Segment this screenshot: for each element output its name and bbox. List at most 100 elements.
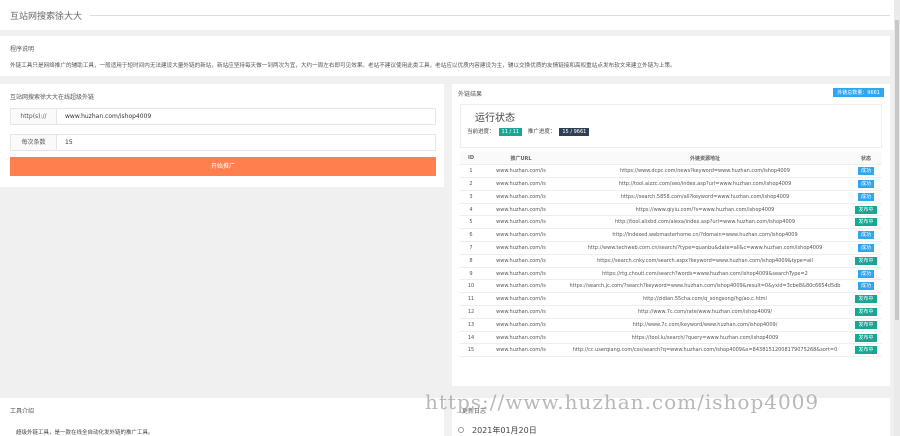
description-title: 程序说明 [10,46,35,53]
scrollbar-thumb[interactable] [895,20,899,320]
status-badge: 发布中 [855,256,877,265]
status-box: 运行状态 当前进度： 11 / 11 推广进度： 15 / 9661 [460,104,882,148]
table-row: 4 www.huzhan.com/is https://www.qiyiu.com/… [460,203,882,217]
page-title: 互站网搜索徐大大 [10,12,83,22]
row-resource-link[interactable]: http://zidian.55cha.com/q_songsong/hg/ao… [560,292,850,307]
row-resource-link[interactable]: http://indexed.webmasterhome.cn/?domain=… [560,228,850,243]
table-row: 11 www.huzhan.com/is http://zidian.55cha.c… [460,292,882,307]
status-badge: 成功 [857,192,874,201]
status-badge: 发布中 [855,205,877,214]
row-url: www.huzhan.com/is [482,241,560,255]
row-id: 2 [460,177,482,191]
row-url: www.huzhan.com/is [482,292,560,307]
row-status: 成功 [850,241,882,255]
row-resource-link[interactable]: https://www.qiyiu.com/?s=www.huzhan.com/… [560,203,850,217]
table-row: 9 www.huzhan.com/is https://rtg.chouti.com… [460,267,882,281]
count-row: 每次条数 15 [10,134,436,151]
row-resource-link[interactable]: http://www.techweb.com.cn/search/?type=q… [560,241,850,255]
timeline-dot-icon [458,427,464,433]
status-badge: 发布中 [855,320,877,329]
table-row: 6 www.huzhan.com/is http://indexed.webmast… [460,228,882,243]
table-row: 14 www.huzhan.com/is https://tool.lu/searc… [460,331,882,345]
row-resource-link[interactable]: https://search.cnky.com/search.aspx?keyw… [560,254,850,268]
status-badge: 发布中 [855,307,877,316]
results-table: ID 推广URL 外链资源地址 状态 1 www.huzhan.com/is htt… [460,152,882,358]
push-badge: 15 / 9661 [559,128,590,136]
row-status: 发布中 [850,331,882,345]
row-resource-link[interactable]: https://rtg.chouti.com/search?words=www.… [560,267,850,281]
row-url: www.huzhan.com/is [482,267,560,281]
row-status: 发布中 [850,292,882,307]
row-id: 1 [460,164,482,179]
table-row: 13 www.huzhan.com/is http://www.7c.com/key… [460,318,882,332]
row-url: www.huzhan.com/is [482,203,560,217]
results-card: 外链结果 外链总数量：9661 运行状态 当前进度： 11 / 11 推广进度： 1… [452,84,890,386]
row-url: www.huzhan.com/is [482,177,560,191]
tools-title: 工具介绍 [10,408,35,415]
header-divider [90,15,890,16]
status-badge: 成功 [857,167,874,176]
page-scrollbar[interactable] [894,0,900,436]
row-url: www.huzhan.com/is [482,343,560,358]
row-status: 发布中 [850,343,882,358]
row-status: 成功 [850,164,882,179]
col-resource: 外链资源地址 [560,152,850,166]
status-badge: 成功 [857,282,874,291]
status-badge: 发布中 [855,295,877,304]
push-label: 推广进度： [527,129,556,135]
row-resource-link[interactable]: http://tool.alixbd.com/alexa/index.asp?u… [560,215,850,230]
row-status: 成功 [850,267,882,281]
row-resource-link[interactable]: http://cc.userqiang.com/css/search?q=www… [560,343,850,358]
start-promote-button[interactable]: 开始推广 [10,157,436,176]
tools-text: 超级外链工具，是一款在线全自动化发外链的推广工具。 [16,430,154,436]
table-row: 12 www.huzhan.com/is http://www.7c.com/rat… [460,305,882,319]
row-id: 9 [460,267,482,281]
row-resource-link[interactable]: https://search.5858.com/all?keyword=www.… [560,190,850,204]
col-url: 推广URL [482,152,560,166]
row-url: www.huzhan.com/is [482,279,560,294]
row-status: 成功 [850,177,882,191]
row-id: 10 [460,279,482,294]
row-id: 8 [460,254,482,268]
row-resource-link[interactable]: https://tool.lu/search/?query=www.huzhan… [560,331,850,345]
row-url: www.huzhan.com/is [482,305,560,319]
url-input[interactable]: www.huzhan.com/ishop4009 [65,109,151,124]
row-status: 发布中 [850,203,882,217]
row-resource-link[interactable]: http://www.7c.com/rate/www.huzhan.com/is… [560,305,850,319]
row-url: www.huzhan.com/is [482,331,560,345]
url-label: http(s):// [11,109,57,124]
row-resource-link[interactable]: https://search.jc.com/?search?keyword=ww… [560,279,850,294]
count-label: 每次条数 [11,135,57,150]
table-row: 15 www.huzhan.com/is http://cc.userqiang.c… [460,343,882,358]
row-status: 发布中 [850,318,882,332]
row-url: www.huzhan.com/is [482,254,560,268]
row-id: 14 [460,331,482,345]
row-id: 13 [460,318,482,332]
status-badge: 成功 [857,179,874,188]
total-badge: 外链总数量：9661 [833,88,884,97]
row-id: 15 [460,343,482,358]
status-badge: 发布中 [855,218,877,227]
tools-card: 工具介绍 超级外链工具，是一款在线全自动化发外链的推广工具。 [0,398,444,436]
row-id: 7 [460,241,482,255]
table-row: 1 www.huzhan.com/is https://www.dcpc.com/n… [460,164,882,179]
progress-label: 当前进度： [467,129,495,135]
count-input[interactable]: 15 [65,135,73,150]
row-resource-link[interactable]: http://tool.aizzc.com/seo/index.asp?url=… [560,177,850,191]
results-title: 外链结果 [458,91,483,98]
row-resource-link[interactable]: https://www.dcpc.com/news?keyword=www.hu… [560,164,850,179]
row-url: www.huzhan.com/is [482,190,560,204]
row-url: www.huzhan.com/is [482,164,560,179]
status-badge: 发布中 [855,333,877,342]
status-badge: 成功 [857,243,874,252]
row-id: 6 [460,228,482,243]
status-badge: 成功 [857,231,874,240]
table-header-row: ID 推广URL 外链资源地址 状态 [460,152,882,166]
row-resource-link[interactable]: http://www.7c.com/keyword/www.huzhan.com… [560,318,850,332]
form-card: 互站网搜索徐大大在线超级外链 http(s):// www.huzhan.com… [0,84,444,187]
row-status: 成功 [850,228,882,243]
page-header: 互站网搜索徐大大 [0,0,900,30]
row-id: 3 [460,190,482,204]
row-url: www.huzhan.com/is [482,318,560,332]
status-title: 运行状态 [475,113,515,124]
